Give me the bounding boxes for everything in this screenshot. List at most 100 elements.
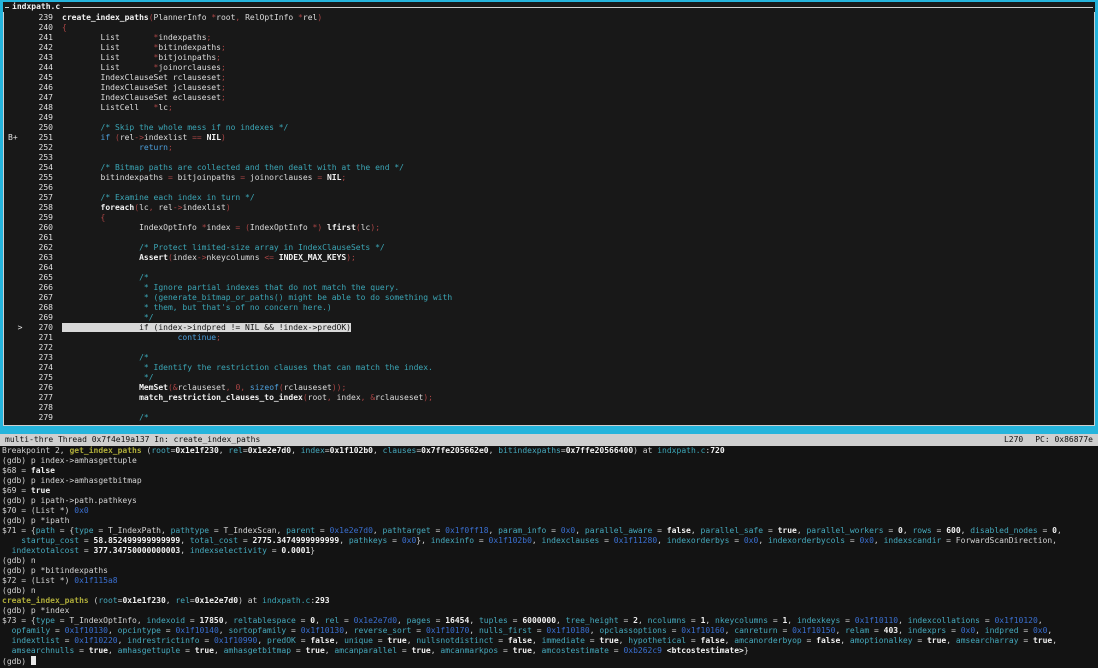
source-line-248: 248 ListCell *lc; <box>4 103 1094 113</box>
source-line-247: 247 IndexClauseSet eclauseset; <box>4 93 1094 103</box>
console-token: , <box>488 526 499 535</box>
console-token: rel <box>228 446 243 455</box>
code-token: PlannerInfo <box>153 13 212 22</box>
status-pc-indicator: PC: 0x86877e <box>1035 435 1093 444</box>
console-token: false <box>310 636 335 645</box>
code-token: index <box>172 253 197 262</box>
console-token: 6000000 <box>522 616 557 625</box>
code-token: { <box>100 213 106 222</box>
code-token: joinorclauses <box>245 173 318 182</box>
console-token: sortopfamily <box>228 626 287 635</box>
console-token: canreturn <box>734 626 778 635</box>
gdb-console[interactable]: Breakpoint 2, get_index_paths (root=0x1e… <box>0 446 1098 668</box>
console-token: 0x0 <box>743 536 759 545</box>
line-number: 259 <box>38 213 53 222</box>
console-token: 2775.3474999999999 <box>252 536 340 545</box>
console-token: , <box>835 626 846 635</box>
code-token: if (index->indpred != NIL && !index->pre… <box>62 323 351 332</box>
code-token: * Ignore partial indexes that do not mat… <box>62 283 400 292</box>
console-token: , <box>531 646 542 655</box>
console-token: nullsnotdistinct <box>416 636 494 645</box>
source-pane[interactable]: 239 create_index_paths(PlannerInfo *root,… <box>3 12 1095 426</box>
code-token: bitindexpaths <box>62 173 168 182</box>
console-token: = <box>801 636 817 645</box>
terminal-cursor[interactable] <box>30 656 36 665</box>
console-token: 0x1f10130 <box>64 626 108 635</box>
source-line-266: 266 * Ignore partial indexes that do not… <box>4 283 1094 293</box>
console-token: = <box>729 536 744 545</box>
console-token: 0x1f10120 <box>994 616 1038 625</box>
line-number: 260 <box>38 223 53 232</box>
code-token: ; <box>220 93 226 102</box>
console-token: = <box>372 636 388 645</box>
console-line: $69 = true <box>2 486 1098 496</box>
console-line: startup_cost = 58.852499999999999, total… <box>2 536 1098 546</box>
console-token: tuples <box>478 616 508 625</box>
console-token: , <box>344 626 354 635</box>
code-token: -> <box>196 253 207 262</box>
code-token: sizeof <box>249 383 279 392</box>
console-token: nulls_first <box>478 626 532 635</box>
line-number: 276 <box>38 383 53 392</box>
console-token: parallel_aware <box>584 526 653 535</box>
source-line-274: 274 * Identify the restriction clauses t… <box>4 363 1094 373</box>
code-token: ); <box>346 253 356 262</box>
line-number: 250 <box>38 123 53 132</box>
line-number: 245 <box>38 73 53 82</box>
console-token: = <box>608 646 624 655</box>
line-number: 277 <box>38 393 53 402</box>
console-token: , <box>291 446 301 455</box>
console-line: (gdb) n <box>2 556 1098 566</box>
console-token: 293 <box>315 596 330 605</box>
source-line-279: 279 /* <box>4 413 1094 423</box>
code-token: ; <box>341 173 347 182</box>
console-token <box>2 546 12 555</box>
gdb-tui-screen: indxpath.c 239 create_index_paths(Planner… <box>0 0 1098 668</box>
source-line-276: 276 MemSet(&rclauseset, 0, sizeof(rclaus… <box>4 383 1094 393</box>
source-line-244: 244 List *joinorclauses; <box>4 63 1094 73</box>
console-token: = { <box>54 526 75 535</box>
console-token: ( <box>88 596 99 605</box>
console-token: , <box>488 446 499 455</box>
console-token: indexorderbycols <box>767 536 846 545</box>
code-token: INDEX_MAX_KEYS <box>278 253 347 262</box>
source-line-268: 268 * them, but that's of no concern her… <box>4 303 1094 313</box>
console-token: 0x1f115a8 <box>74 576 118 585</box>
console-token: , <box>372 446 383 455</box>
code-token: indexlist <box>182 203 226 212</box>
console-token: = <box>185 616 200 625</box>
console-token: pages <box>406 616 431 625</box>
code-token: MemSet <box>139 383 168 392</box>
console-token: true <box>194 646 214 655</box>
console-token: = <box>652 526 667 535</box>
console-token: , <box>107 626 118 635</box>
code-token: indexpaths <box>158 33 207 42</box>
current-line-marker: > <box>8 323 23 332</box>
console-token: parallel_workers <box>806 526 884 535</box>
console-token: = T_IndexPath, <box>93 526 171 535</box>
line-number: 262 <box>38 243 53 252</box>
console-token: root <box>151 446 171 455</box>
line-number: 256 <box>38 183 53 192</box>
console-token: = <box>845 536 860 545</box>
console-token: , <box>589 626 600 635</box>
console-token: , <box>339 536 349 545</box>
console-token: total_cost <box>189 536 239 545</box>
console-line: indextlist = 0x1f10220, indrestrictinfo … <box>2 636 1098 646</box>
console-token: , <box>1037 616 1043 625</box>
console-token: root <box>98 596 118 605</box>
code-token: root <box>216 13 236 22</box>
code-token: Assert <box>139 253 168 262</box>
status-thread-info: multi-thre Thread 0x7f4e19a137 In: creat… <box>5 435 261 444</box>
source-line-250: 250 /* Skip the whole mess if no indexes… <box>4 123 1094 133</box>
console-token: = <box>315 526 330 535</box>
console-token: = <box>79 546 94 555</box>
line-number: 267 <box>38 293 53 302</box>
console-token: 0x1f10220 <box>74 636 118 645</box>
line-number: 255 <box>38 173 53 182</box>
console-line: (gdb) p index->amhasgettuple <box>2 456 1098 466</box>
console-token: param_info <box>498 526 547 535</box>
line-number: 248 <box>38 103 53 112</box>
console-token: ( <box>141 446 152 455</box>
console-line: (gdb) p *index <box>2 606 1098 616</box>
